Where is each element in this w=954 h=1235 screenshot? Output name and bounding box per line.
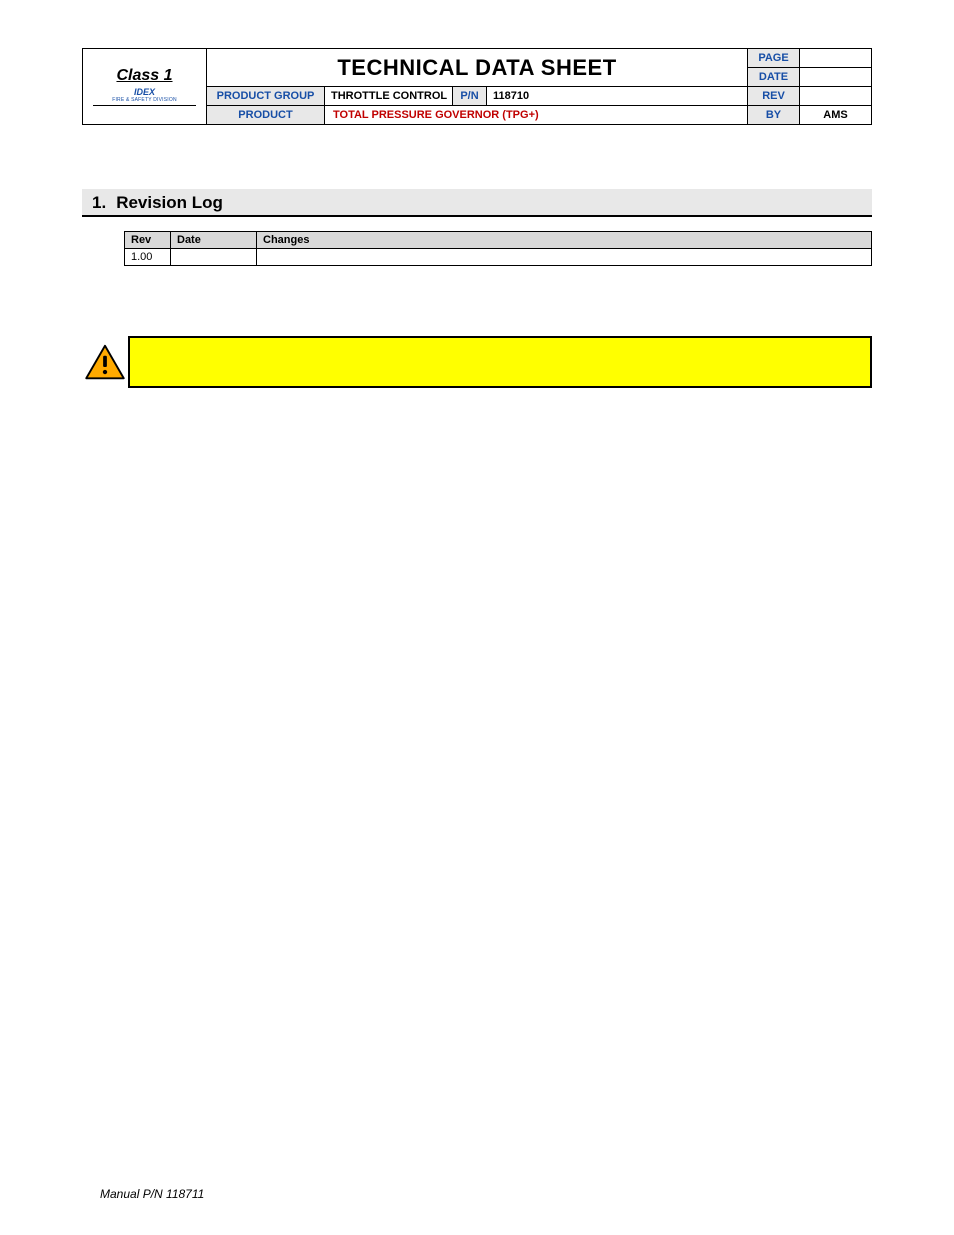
logo-line2: IDEX xyxy=(87,87,202,97)
header-table: Class 1 IDEX FIRE & SAFETY DIVISION TECH… xyxy=(82,48,872,125)
table-row: 1.00 xyxy=(125,249,872,266)
revlog-cell-rev: 1.00 xyxy=(125,249,171,266)
label-date: DATE xyxy=(748,68,800,87)
warning-block xyxy=(82,336,872,388)
doc-title: TECHNICAL DATA SHEET xyxy=(207,49,748,87)
section-number: 1. xyxy=(92,193,106,212)
value-by: AMS xyxy=(800,106,872,125)
label-by: BY xyxy=(748,106,800,125)
logo-subline: FIRE & SAFETY DIVISION xyxy=(87,97,202,103)
revlog-cell-date xyxy=(171,249,257,266)
revlog-header-rev: Rev xyxy=(125,232,171,249)
value-pn: 118710 xyxy=(487,87,748,106)
value-page xyxy=(800,49,872,68)
section-title: Revision Log xyxy=(116,193,223,212)
revlog-cell-changes xyxy=(257,249,872,266)
label-page: PAGE xyxy=(748,49,800,68)
revision-log-table: Rev Date Changes 1.00 xyxy=(124,231,872,266)
label-pn: P/N xyxy=(453,87,487,106)
footer-text: Manual P/N 118711 xyxy=(100,1187,204,1201)
section-heading: 1. Revision Log xyxy=(82,189,872,217)
value-rev xyxy=(800,87,872,106)
label-rev: REV xyxy=(748,87,800,106)
logo-cell: Class 1 IDEX FIRE & SAFETY DIVISION xyxy=(83,49,207,125)
label-product-group: PRODUCT GROUP xyxy=(207,87,325,106)
revlog-header-changes: Changes xyxy=(257,232,872,249)
value-product: TOTAL PRESSURE GOVERNOR (TPG+) xyxy=(325,106,748,125)
revlog-header-date: Date xyxy=(171,232,257,249)
warning-icon xyxy=(82,336,128,388)
logo-divider xyxy=(93,105,196,106)
label-product: PRODUCT xyxy=(207,106,325,125)
logo-line1: Class 1 xyxy=(87,67,202,85)
value-date xyxy=(800,68,872,87)
warning-content xyxy=(128,336,872,388)
value-product-group: THROTTLE CONTROL xyxy=(325,87,453,106)
